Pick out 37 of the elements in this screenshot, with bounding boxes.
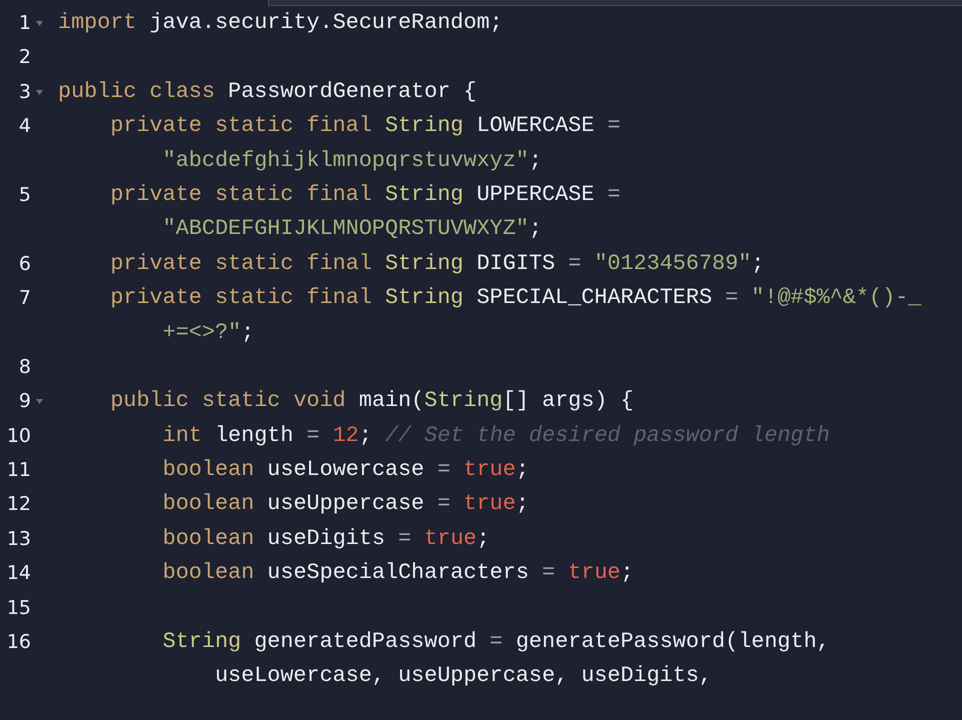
code-line: private static final String DIGITS = "0123456789";: [109, 250, 764, 278]
code-line: +=<>?";: [162, 318, 256, 347]
code-line: String generatedPassword = generatePassword(length,: [162, 628, 830, 656]
line-number: 7: [18, 286, 31, 312]
code-line: boolean useSpecialCharacters = true;: [162, 559, 634, 588]
code-line: import java.security.SecureRandom;: [58, 9, 503, 37]
line-number: 3: [18, 80, 31, 105]
code-line: boolean useUppercase = true;: [162, 490, 529, 518]
line-number: 5: [18, 182, 31, 208]
scrollbar-thumb[interactable]: [268, 0, 962, 6]
code-line: useLowercase, useUppercase, useDigits,: [214, 662, 714, 690]
line-number: 1: [18, 11, 31, 36]
code-line: private static final String SPECIAL_CHARACTERS = "!@#$%^&*()-_: [109, 284, 922, 312]
code-line: boolean useDigits = true;: [162, 524, 490, 553]
line-number: 14: [6, 561, 31, 586]
line-number: 12: [6, 492, 31, 518]
code-line: public static void main(String[] args) {: [109, 387, 634, 416]
line-number: 6: [18, 252, 31, 277]
line-number: 13: [6, 526, 31, 552]
line-number: 10: [6, 424, 31, 449]
line-number: 9: [18, 389, 31, 414]
code-line: public class PasswordGenerator {: [58, 78, 477, 106]
line-number: 11: [6, 458, 31, 484]
line-number: 2: [18, 45, 31, 70]
code-line: "abcdefghijklmnopqrstuvwxyz";: [162, 146, 543, 175]
code-line: private static final String LOWERCASE =: [109, 112, 620, 140]
fold-arrow-icon[interactable]: [36, 399, 43, 404]
code-line: "ABCDEFGHIJKLMNOPQRSTUVWXYZ";: [162, 215, 543, 244]
line-number: 15: [6, 596, 31, 621]
line-number: 16: [6, 630, 31, 656]
code-line: private static final String UPPERCASE =: [109, 180, 620, 209]
code-line: int length = 12; // Set the desired password length: [162, 422, 830, 450]
code-line: boolean useLowercase = true;: [162, 456, 529, 484]
line-number: 4: [18, 114, 31, 140]
fold-arrow-icon[interactable]: [36, 90, 43, 95]
fold-arrow-icon[interactable]: [36, 21, 43, 26]
line-number: 8: [18, 354, 31, 380]
